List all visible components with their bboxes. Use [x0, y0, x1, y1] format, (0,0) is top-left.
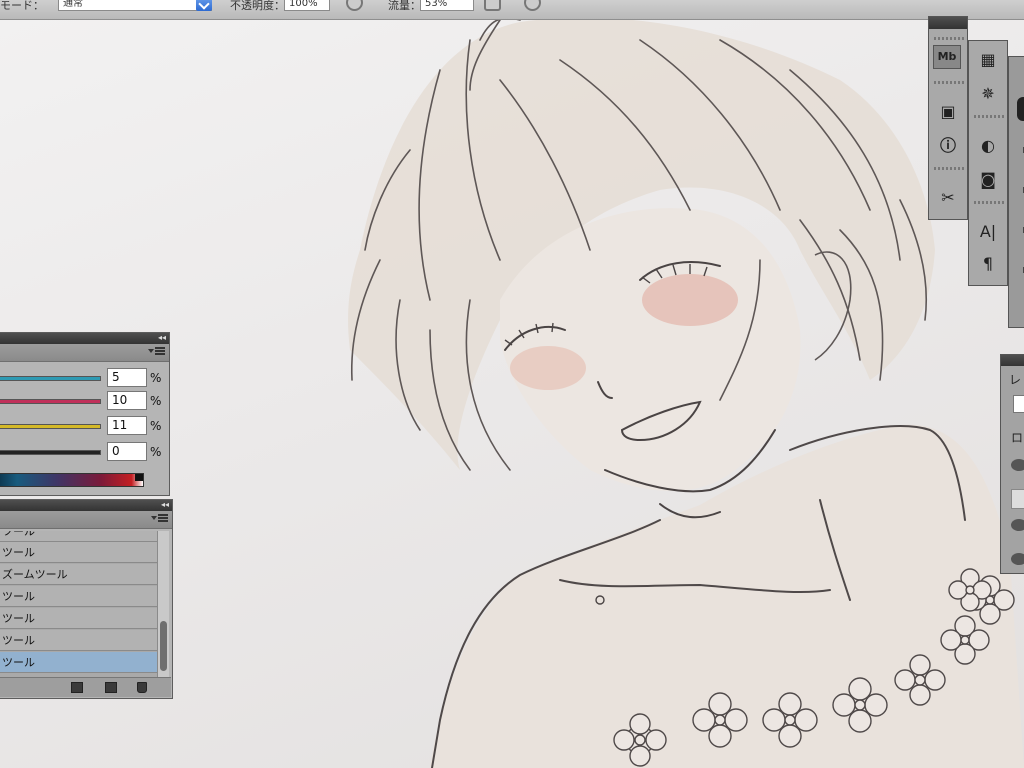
mode-select[interactable]: 通常 — [58, 0, 212, 11]
collapse-icon[interactable]: ◂◂ — [158, 332, 166, 343]
color-panel: ◂◂ 5 % 10 % 11 % 0 % — [0, 332, 170, 496]
new-preset-icon[interactable] — [105, 682, 117, 693]
compass-icon[interactable]: ✵ — [973, 79, 1003, 109]
list-item[interactable]: ツール — [0, 531, 157, 542]
color-swatch[interactable] — [1017, 97, 1024, 121]
lock-label: ロ — [1011, 431, 1024, 445]
tool-presets-panel: ◂◂ ツール ツール ズームツール ツール ツール ツール ツール — [0, 499, 173, 699]
color-panel-titlebar[interactable]: ◂◂ — [0, 333, 169, 344]
yellow-value-field[interactable]: 11 — [107, 416, 147, 435]
grid-icon[interactable]: ▦ — [973, 45, 1003, 75]
percent-label: % — [150, 371, 162, 385]
layer-thumbnail[interactable] — [1011, 489, 1024, 509]
scrollbar[interactable] — [157, 531, 169, 677]
image-icon[interactable]: ▣ — [933, 97, 963, 127]
blend-mode-select[interactable] — [1013, 395, 1024, 413]
list-item[interactable]: ツール — [0, 586, 157, 607]
percent-label: % — [150, 394, 162, 408]
airbrush-icon[interactable] — [484, 0, 501, 11]
dock-column-1: Mb ▣ ⓘ ✂ — [928, 16, 968, 220]
color-slider-row: 0 % — [0, 441, 171, 463]
layers-titlebar[interactable] — [1001, 355, 1024, 366]
paragraph-icon[interactable]: ¶ — [973, 249, 1003, 279]
mb-icon[interactable]: Mb — [933, 45, 961, 69]
tools-icon[interactable]: ✂ — [933, 183, 963, 213]
dock-grip[interactable] — [934, 37, 964, 40]
presets-list: ツール ツール ズームツール ツール ツール ツール ツール — [0, 531, 157, 677]
dock-column-3-partial — [1008, 56, 1024, 328]
scrollbar-thumb[interactable] — [160, 621, 167, 671]
opacity-label: 不透明度： — [230, 0, 285, 12]
layers-tab-label[interactable]: レ — [1009, 371, 1021, 388]
layers-panel-partial: レ ロ — [1000, 354, 1024, 574]
info-icon[interactable]: ⓘ — [933, 131, 963, 161]
character-icon[interactable]: A| — [973, 217, 1003, 247]
black-value-field[interactable]: 0 — [107, 442, 147, 461]
trash-icon[interactable] — [137, 682, 147, 693]
flow-field[interactable]: 53% — [420, 0, 474, 11]
magenta-value-field[interactable]: 10 — [107, 391, 147, 410]
yellow-slider[interactable] — [0, 424, 101, 429]
color-slider-row: 10 % — [0, 390, 171, 412]
dock-grip[interactable] — [934, 167, 964, 170]
options-bar: モード： 通常 不透明度： 100% 流量： 53% — [0, 0, 1024, 20]
black-slider[interactable] — [0, 450, 101, 455]
pressure-size-icon[interactable] — [524, 0, 541, 11]
flow-label: 流量： — [388, 0, 421, 12]
cyan-value-field[interactable]: 5 — [107, 368, 147, 387]
presets-footer — [0, 677, 171, 697]
chevron-down-icon[interactable] — [196, 0, 212, 11]
dock-titlebar[interactable] — [929, 17, 967, 29]
dock-grip[interactable] — [974, 115, 1004, 118]
mask-icon[interactable]: ◙ — [973, 165, 1003, 195]
pressure-opacity-icon[interactable] — [346, 0, 363, 11]
presets-panel-titlebar[interactable]: ◂◂ — [0, 500, 172, 511]
dock-grip[interactable] — [934, 81, 964, 84]
color-slider-row: 11 % — [0, 415, 171, 437]
presets-panel-tabbar — [0, 511, 172, 529]
cyan-slider[interactable] — [0, 376, 101, 381]
magenta-slider[interactable] — [0, 399, 101, 404]
eye-icon[interactable] — [1011, 459, 1024, 471]
dock-grip[interactable] — [974, 201, 1004, 204]
list-icon[interactable] — [71, 682, 83, 693]
color-panel-tabbar — [0, 344, 169, 362]
list-item-selected[interactable]: ツール — [0, 652, 157, 673]
panel-menu-icon[interactable] — [148, 347, 165, 357]
collapse-icon[interactable]: ◂◂ — [161, 499, 169, 510]
eye-icon[interactable] — [1011, 553, 1024, 565]
eye-icon[interactable] — [1011, 519, 1024, 531]
list-item[interactable]: ツール — [0, 608, 157, 629]
mode-label: モード： — [0, 0, 44, 12]
list-item[interactable]: ズームツール — [0, 564, 157, 585]
percent-label: % — [150, 445, 162, 459]
adjust-icon[interactable]: ◐ — [973, 131, 1003, 161]
list-item[interactable]: ツール — [0, 630, 157, 651]
panel-menu-icon[interactable] — [151, 514, 168, 524]
percent-label: % — [150, 419, 162, 433]
list-item[interactable]: ツール — [0, 542, 157, 563]
opacity-field[interactable]: 100% — [284, 0, 330, 11]
color-slider-row: 5 % — [0, 367, 171, 389]
dock-column-2: ▦ ✵ ◐ ◙ A| ¶ — [968, 40, 1008, 286]
black-swatch[interactable] — [135, 474, 143, 481]
color-spectrum[interactable] — [0, 473, 144, 487]
